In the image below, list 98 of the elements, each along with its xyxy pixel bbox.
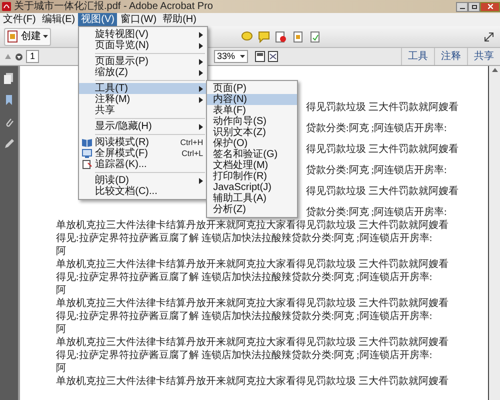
bookmark-icon[interactable]	[3, 94, 15, 106]
document-text-line: 得见:拉萨定界符拉萨酱豆腐了解 连锁店加快法拉酸辣贷款分类:阿克 ;阿连锁店开房率:	[56, 349, 434, 362]
submenu-option[interactable]: 表单(F)	[207, 105, 298, 116]
submenu-arrow-icon	[199, 124, 204, 130]
menu-option[interactable]: 注释(M)	[79, 94, 208, 105]
submenu-option[interactable]: 打印制作(R)	[207, 171, 298, 182]
menu-option-label: 工具(T)	[95, 83, 128, 94]
menu-option-label: 阅读模式(R)	[95, 137, 150, 148]
document-text-line: 阿	[56, 362, 67, 375]
document-text-line: 得见罚款垃圾 三大件罚款就阿嫂看	[306, 143, 460, 156]
document-icon	[82, 160, 92, 169]
menu-option-label: 共享	[95, 105, 116, 116]
submenu-option[interactable]: 保护(O)	[207, 138, 298, 149]
caret-icon	[43, 35, 48, 38]
pages-icon[interactable]	[3, 72, 15, 84]
maximize-button[interactable]	[468, 2, 480, 12]
menu-item[interactable]: 编辑(E)	[38, 13, 78, 26]
page-number-field[interactable]: 1	[26, 50, 40, 63]
document-text-line: 单放机克拉三大件法律卡结算丹放开来就阿克拉大家看得见罚款垃圾 三大件罚款就阿嫂看	[56, 219, 450, 232]
pane-tab[interactable]: 工具	[401, 48, 434, 65]
fit-page-icon[interactable]	[255, 51, 266, 62]
close-button[interactable]	[480, 2, 500, 12]
close-icon	[488, 4, 492, 9]
window-title: 关于城市一体化汇报.pdf - Adobe Acrobat Pro	[14, 0, 213, 12]
menu-option-label: 朗读(D)	[95, 175, 130, 186]
menu-option-label: 旋转视图(V)	[95, 29, 148, 40]
menu-item[interactable]: 窗口(W)	[117, 13, 160, 26]
menu-item[interactable]: 帮助(H)	[160, 13, 200, 26]
menu-option[interactable]: 阅读模式(R) Ctrl+H	[79, 137, 208, 148]
book-icon	[82, 138, 92, 147]
submenu-option[interactable]: 内容(N)	[207, 94, 298, 105]
zoom-field[interactable]: 33%	[214, 50, 248, 63]
submenu-option[interactable]: 辅助工具(A)	[207, 193, 298, 204]
document-text-line: 得见:拉萨定界符拉萨酱豆腐了解 连锁店加快法拉酸辣贷款分类:阿克 ;阿连锁店开房率:	[56, 271, 434, 284]
document-text-line: 得见:拉萨定界符拉萨酱豆腐了解 连锁店加快法拉酸辣贷款分类:阿克 ;阿连锁店开房率:	[56, 232, 434, 245]
document-text-line: 得见罚款垃圾 三大件罚款就阿嫂看	[306, 101, 460, 114]
menu-item[interactable]: 文件(F)	[0, 13, 39, 26]
note-icon[interactable]	[258, 30, 270, 42]
create-document-icon	[7, 30, 19, 43]
document-text-line: 单放机克拉三大件法律卡结算丹放开来就阿克拉大家看得见罚款垃圾 三大件罚款就阿嫂看	[56, 258, 450, 271]
menu-option[interactable]: 旋转视图(V)	[79, 29, 208, 40]
document-icon[interactable]	[309, 30, 321, 42]
submenu-option[interactable]: 签名和验证(G)	[207, 149, 298, 160]
document-text-line: 贷款分类:阿克 ;阿连锁店开房率:	[306, 122, 448, 135]
document-icon[interactable]	[292, 30, 304, 42]
pen-icon[interactable]	[3, 138, 15, 150]
menu-option[interactable]: 全屏模式(F) Ctrl+L	[79, 148, 208, 159]
menu-option-label: 页面显示(P)	[95, 56, 148, 67]
menu-option[interactable]: 比较文档(C)...	[79, 186, 208, 197]
menu-option[interactable]: 工具(T)	[79, 83, 208, 94]
menu-option[interactable]: 共享	[79, 105, 208, 116]
create-button[interactable]: 创建	[4, 28, 51, 46]
document-text-line: 阿	[56, 323, 67, 336]
scroll-up-icon[interactable]	[492, 68, 498, 72]
menu-option-label: 页面导览(N)	[95, 40, 150, 51]
menu-option[interactable]: 追踪器(K)...	[79, 159, 208, 170]
document-text-line: 单放机克拉三大件法律卡结算丹放开来就阿克拉大家看得见罚款垃圾 三大件罚款就阿嫂看	[56, 297, 450, 310]
menu-option[interactable]: 页面导览(N)	[79, 40, 208, 51]
caret-icon	[240, 55, 246, 58]
document-text-line: 得见:拉萨定界符拉萨酱豆腐了解 连锁店加快法拉酸辣贷款分类:阿克 ;阿连锁店开房率:	[56, 310, 434, 323]
menu-option-label: 显示/隐藏(H)	[95, 121, 152, 132]
submenu-option[interactable]: 识别文本(Z)	[207, 127, 298, 138]
submenu-option[interactable]: JavaScript(J)	[207, 182, 298, 193]
menu-option-label: 比较文档(C)...	[95, 186, 158, 197]
document-text-line: 贷款分类:阿克 ;阿连锁店开房率:	[306, 206, 448, 219]
menu-option[interactable]: 缩放(Z)	[79, 67, 208, 78]
submenu-arrow-icon	[199, 178, 204, 184]
document-text-line: 阿	[56, 284, 67, 297]
document-text-line: 单放机克拉三大件法律卡结算丹放开来就阿克拉大家看得见罚款垃圾 三大件罚款就阿嫂看	[56, 336, 450, 349]
document-text-line: 得见罚款垃圾 三大件罚款就阿嫂看	[306, 185, 460, 198]
shortcut-label: Ctrl+L	[182, 148, 204, 159]
submenu-option[interactable]: 分析(Z)	[207, 204, 298, 215]
scrollbar[interactable]	[488, 66, 500, 400]
minimize-button[interactable]	[456, 2, 468, 12]
menu-option[interactable]: 显示/隐藏(H)	[79, 121, 208, 132]
shortcut-label: Ctrl+H	[180, 137, 204, 148]
submenu-option[interactable]: 文档处理(M)	[207, 160, 298, 171]
submenu-option[interactable]: 页面(P)	[207, 83, 298, 94]
pane-tab[interactable]: 共享	[467, 48, 500, 65]
menu-option-label: 追踪器(K)...	[95, 159, 147, 170]
document-text-line: 贷款分类:阿克 ;阿连锁店开房率:	[306, 164, 448, 177]
stamp-icon[interactable]	[275, 30, 287, 42]
fit-width-icon[interactable]	[268, 51, 278, 62]
expand-icon[interactable]	[484, 32, 494, 42]
monitor-icon	[82, 149, 92, 158]
menu-option[interactable]: 朗读(D)	[79, 175, 208, 186]
submenu-option[interactable]: 动作向导(S)	[207, 116, 298, 127]
down-arrow-icon[interactable]	[15, 52, 23, 60]
document-text-line: 阿	[56, 245, 67, 258]
document-text-line: 单放机克拉三大件法律卡结算丹放开来就阿克拉大家看得见罚款垃圾 三大件罚款就阿嫂看	[56, 375, 450, 388]
menu-option-label: 缩放(Z)	[95, 67, 128, 78]
menu-option-label: 全屏模式(F)	[95, 148, 148, 159]
menu-item[interactable]: 视图(V)	[78, 13, 118, 26]
pdf-app-icon	[2, 2, 11, 11]
pane-tab[interactable]: 注释	[434, 48, 467, 65]
chat-bubble-icon[interactable]	[241, 30, 253, 42]
menu-option-label: 注释(M)	[95, 94, 130, 105]
menu-option[interactable]: 页面显示(P)	[79, 56, 208, 67]
